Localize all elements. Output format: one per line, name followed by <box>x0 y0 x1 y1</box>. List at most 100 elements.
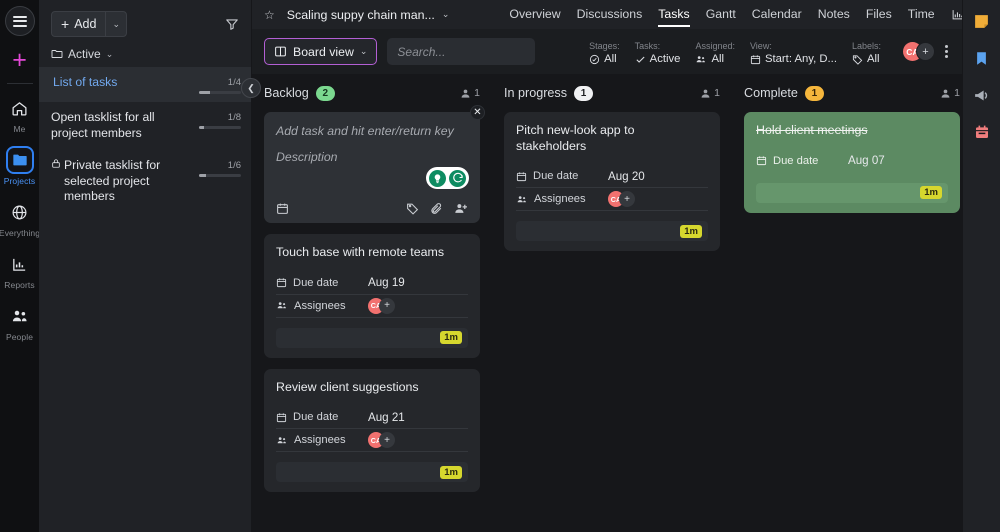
new-task-description-input[interactable]: Description <box>276 150 468 164</box>
task-title: Hold client meetings <box>756 123 868 137</box>
board-filter-bar: Board view ⌄ Search... Stages: All Tasks… <box>252 29 962 74</box>
filter-labels[interactable]: Labels: All <box>852 41 881 65</box>
rail-item-people[interactable]: People <box>0 302 39 342</box>
calendar-icon <box>516 171 527 182</box>
board-column-in-progress: In progress 1 1 Pitch new-look app to st… <box>492 74 732 532</box>
calendar-icon[interactable] <box>973 123 991 141</box>
assignee-stack[interactable]: CA + <box>903 42 935 61</box>
sidebar-item-list-of-tasks[interactable]: List of tasks 1/4 <box>39 67 251 102</box>
plus-icon[interactable]: + <box>12 48 27 73</box>
rail-item-reports[interactable]: Reports <box>0 250 39 290</box>
person-icon <box>700 88 711 99</box>
add-button-label: Add <box>74 17 97 31</box>
chevron-down-icon: ⌄ <box>105 48 114 59</box>
tab-files[interactable]: Files <box>866 2 892 27</box>
task-card[interactable]: Hold client meetings Due date Aug 07 1m <box>744 112 960 213</box>
chevron-down-icon[interactable]: ⌄ <box>442 9 450 20</box>
task-assignees-row: Assignees CA + <box>276 295 468 318</box>
add-assignee-button[interactable]: + <box>379 297 395 314</box>
people-count-value: 1 <box>714 87 720 99</box>
more-vertical-icon[interactable] <box>941 43 952 60</box>
column-people-count[interactable]: 1 <box>700 87 720 99</box>
filter-label: Assigned: <box>695 41 735 51</box>
megaphone-icon[interactable] <box>973 86 991 104</box>
search-input[interactable]: Search... <box>387 38 536 65</box>
calendar-icon[interactable] <box>276 202 289 215</box>
task-card[interactable]: Pitch new-look app to stakeholders Due d… <box>504 112 720 251</box>
board-view-label: Board view <box>293 44 354 59</box>
rail-item-everything[interactable]: Everything <box>0 198 40 238</box>
filter-icon[interactable] <box>225 17 239 31</box>
column-people-count[interactable]: 1 <box>460 87 480 99</box>
due-date-value: Aug 20 <box>608 169 645 183</box>
add-assignee-button[interactable]: + <box>379 432 395 448</box>
sidebar-item-private-tasklist[interactable]: Private tasklist for selected project me… <box>39 150 251 214</box>
rail-item-label: People <box>5 332 34 342</box>
bookmark-icon[interactable] <box>973 49 991 67</box>
tasklist-group-header[interactable]: Active ⌄ <box>39 37 251 67</box>
filter-value: All <box>866 53 880 65</box>
filter-stages[interactable]: Stages: All <box>589 41 620 65</box>
board-view-selector[interactable]: Board view ⌄ <box>264 38 378 65</box>
rail-item-me[interactable]: Me <box>0 94 39 134</box>
board-column-complete: Complete 1 1 Hold client meetings Due da… <box>732 74 962 532</box>
time-logged-chip: 1m <box>920 186 942 199</box>
chevron-left-icon[interactable]: ❮ <box>241 78 261 98</box>
rail-item-label: Reports <box>4 280 35 290</box>
task-due-row: Due date Aug 07 <box>756 150 948 173</box>
task-assignees-row: Assignees CA + <box>516 188 708 211</box>
filter-assigned[interactable]: Assigned: All <box>695 41 735 65</box>
chevron-down-icon[interactable]: ⌄ <box>105 12 126 36</box>
sticky-note-icon[interactable] <box>973 12 991 30</box>
tab-notes[interactable]: Notes <box>818 2 850 27</box>
hamburger-icon[interactable] <box>4 6 35 36</box>
task-card[interactable]: Review client suggestions Due date Aug 2… <box>264 368 480 492</box>
tasklist-progress-fraction: 1/6 <box>227 159 241 171</box>
new-task-title-input[interactable]: Add task and hit enter/return key <box>276 124 468 138</box>
add-button[interactable]: + Add ⌄ <box>51 11 127 37</box>
tab-gantt[interactable]: Gantt <box>706 2 736 27</box>
time-logged-chip: 1m <box>440 331 462 344</box>
project-topbar: ☆ Scaling suppy chain man... ⌄ Overview … <box>252 0 1000 30</box>
tab-discussions[interactable]: Discussions <box>577 2 643 27</box>
new-task-composer[interactable]: ✕ Add task and hit enter/return key Desc… <box>264 105 485 223</box>
tab-tasks[interactable]: Tasks <box>658 2 690 27</box>
folder-icon <box>5 146 34 174</box>
calendar-icon <box>276 412 287 423</box>
add-assignee-button[interactable]: + <box>619 191 635 207</box>
star-icon[interactable]: ☆ <box>264 8 275 22</box>
rail-item-projects[interactable]: Projects <box>0 146 39 186</box>
tag-icon[interactable] <box>406 202 419 215</box>
due-date-label: Due date <box>533 170 579 182</box>
tab-overview[interactable]: Overview <box>509 2 560 27</box>
tab-calendar[interactable]: Calendar <box>752 2 802 27</box>
rail-item-label: Projects <box>3 176 36 186</box>
app-root: + Me Projects Everything Reports People … <box>0 0 1000 532</box>
filter-view[interactable]: View: Start: Any, D... <box>750 41 837 65</box>
paperclip-icon[interactable] <box>430 202 443 215</box>
close-icon[interactable]: ✕ <box>470 105 485 120</box>
column-people-count[interactable]: 1 <box>940 87 960 99</box>
filter-tasks[interactable]: Tasks: Active <box>635 41 681 65</box>
task-time-strip: 1m <box>756 182 948 203</box>
board-column-backlog: Backlog 2 1 ✕ Add task and hit enter/ret… <box>252 74 492 532</box>
tab-time[interactable]: Time <box>908 2 935 27</box>
task-time-strip: 1m <box>516 221 708 241</box>
column-header: In progress 1 1 <box>504 84 720 102</box>
task-due-row: Due date Aug 21 <box>276 406 468 429</box>
column-title: Complete <box>744 86 798 100</box>
folder-icon <box>51 48 63 60</box>
people-icon <box>276 300 288 311</box>
task-assignees-row: Assignees CA + <box>276 429 468 452</box>
ai-assist-pill[interactable] <box>426 167 469 189</box>
add-person-icon[interactable] <box>454 202 468 215</box>
task-card[interactable]: Touch base with remote teams Due date Au… <box>264 234 480 358</box>
check-icon <box>635 54 646 65</box>
add-assignee-button[interactable]: + <box>916 42 935 61</box>
kanban-board: Backlog 2 1 ✕ Add task and hit enter/ret… <box>252 74 962 532</box>
task-time-strip: 1m <box>276 462 468 482</box>
refresh-icon[interactable] <box>449 169 466 187</box>
sidebar-item-open-tasklist[interactable]: Open tasklist for all project members 1/… <box>39 102 251 150</box>
lock-icon <box>51 158 61 206</box>
lightbulb-icon[interactable] <box>429 169 446 187</box>
